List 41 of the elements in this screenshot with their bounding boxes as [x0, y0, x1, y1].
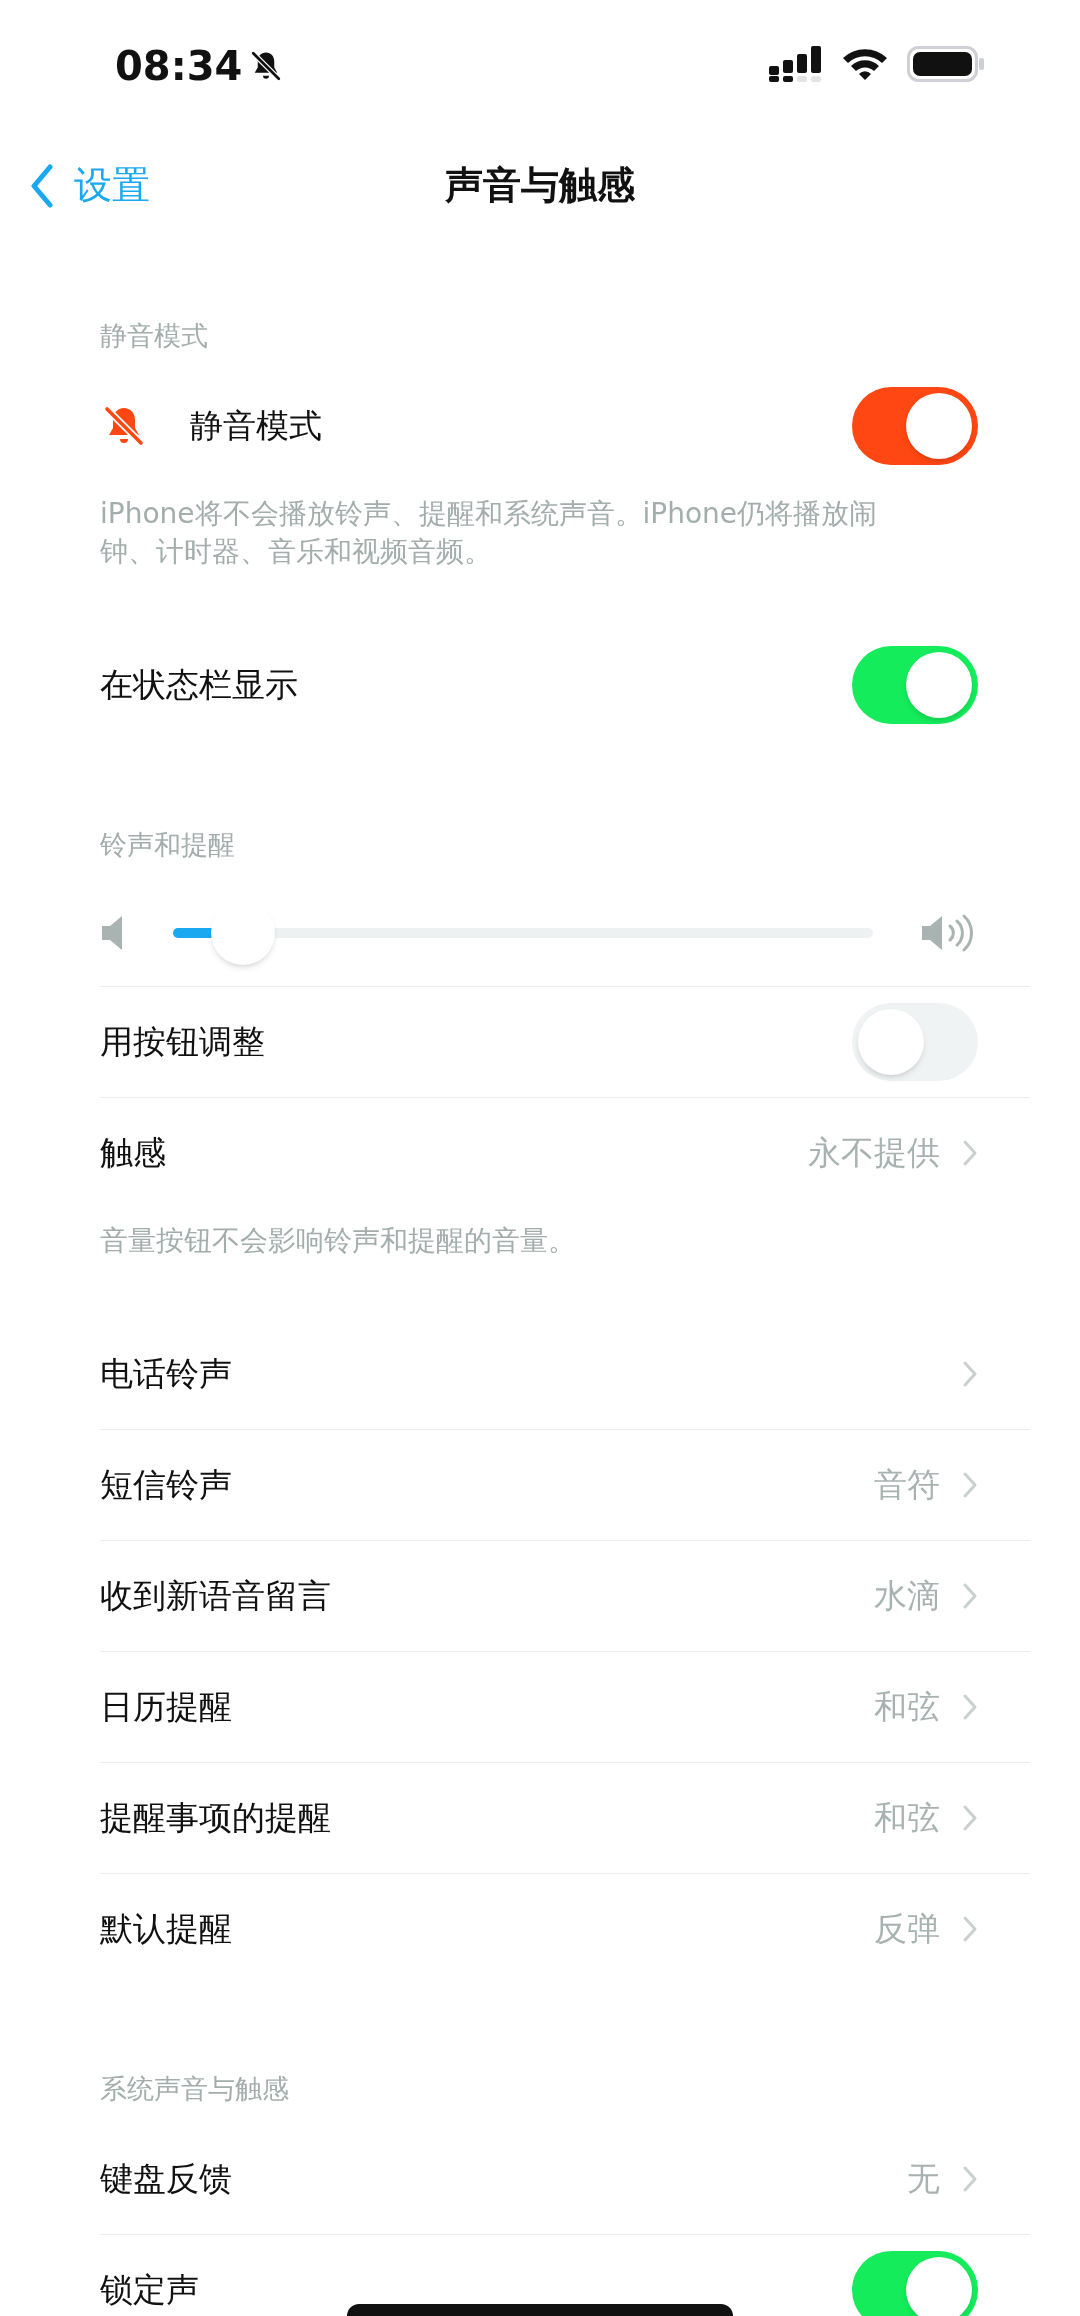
row-label: 提醒事项的提醒 [100, 1797, 331, 1840]
section-header: 静音模式 [100, 320, 208, 351]
signal-icon [769, 46, 823, 82]
row-label: 默认提醒 [100, 1908, 232, 1951]
chevron-icon [962, 1359, 978, 1388]
chevron-icon [962, 1915, 978, 1943]
row-label: 收到新语音留言 [100, 1575, 331, 1618]
row-label: 键盘反馈 [100, 2157, 232, 2200]
back-chevron-icon [30, 163, 54, 208]
chevron-icon [962, 1471, 978, 1499]
row-label: 触感 [100, 1132, 166, 1175]
chevron-icon [962, 2164, 978, 2193]
row-value: 音符 [874, 1464, 940, 1507]
battery-icon [907, 46, 985, 82]
row-value: 和弦 [874, 1686, 940, 1729]
row-label: 锁定声 [100, 2269, 199, 2312]
back-button[interactable]: 设置 [30, 157, 150, 214]
section-header: 铃声和提醒 [100, 829, 235, 860]
wifi-icon [841, 47, 889, 81]
chevron-icon [962, 1582, 978, 1610]
row-value: 水滴 [874, 1575, 940, 1618]
status-time: 08:34 [115, 46, 243, 86]
row-label: 在状态栏显示 [100, 663, 298, 706]
row-value: 永不提供 [808, 1132, 940, 1175]
row-value: 和弦 [874, 1797, 940, 1840]
section-header: 系统声音与触感 [100, 2073, 289, 2104]
row-value: 反弹 [874, 1908, 940, 1951]
chevron-icon [962, 1693, 978, 1721]
row-label: 短信铃声 [100, 1464, 232, 1507]
slider-thumb[interactable] [211, 900, 275, 965]
toggle-switch[interactable] [852, 2251, 978, 2316]
row-label: 静音模式 [190, 404, 322, 447]
row-value: 无 [907, 2157, 940, 2200]
section-footer: iPhone将不会播放铃声、提醒和系统声音。iPhone仍将播放闹钟、计时器、音乐和视频音频。 [100, 495, 900, 571]
chevron-icon [962, 1804, 978, 1832]
section-footer: 音量按钮不会影响铃声和提醒的音量。 [100, 1222, 900, 1260]
row-label: 电话铃声 [100, 1352, 232, 1395]
row-label: 日历提醒 [100, 1686, 232, 1729]
row-label: 用按钮调整 [100, 1021, 265, 1064]
chevron-icon [962, 1139, 978, 1167]
page-title: 声音与触感 [445, 162, 635, 209]
